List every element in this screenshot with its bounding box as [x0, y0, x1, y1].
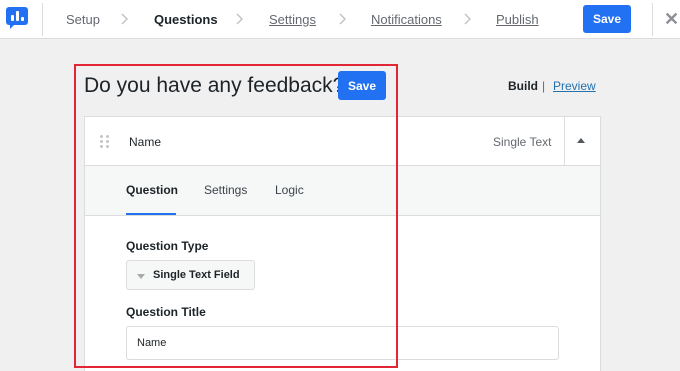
tab-settings[interactable]: Settings — [204, 183, 247, 197]
active-tab-indicator — [126, 213, 176, 215]
question-tabs: Question Settings Logic — [85, 166, 600, 216]
question-type-value: Single Text Field — [153, 269, 240, 281]
chevron-right-icon — [235, 11, 245, 27]
question-card-header[interactable]: Name Single Text — [85, 117, 600, 166]
step-settings[interactable]: Settings — [269, 12, 316, 27]
build-view-label[interactable]: Build — [508, 79, 538, 93]
step-questions[interactable]: Questions — [154, 12, 218, 27]
question-title-label: Question Title — [126, 305, 206, 319]
collapse-divider — [564, 117, 565, 165]
step-setup[interactable]: Setup — [66, 12, 100, 27]
top-navigation-bar: Setup Questions Settings Notifications P… — [0, 0, 680, 39]
question-card: Name Single Text Question Settings Logic… — [84, 116, 601, 371]
preview-link[interactable]: Preview — [553, 79, 596, 93]
question-name: Name — [129, 135, 162, 149]
chevron-down-icon — [137, 274, 145, 279]
chevron-right-icon — [120, 11, 130, 27]
question-type-label: Question Type — [126, 239, 209, 253]
question-type-select[interactable]: Single Text Field — [126, 260, 255, 290]
question-type-badge: Single Text — [493, 135, 552, 149]
chart-logo-icon[interactable] — [6, 7, 28, 29]
tab-logic[interactable]: Logic — [275, 183, 304, 197]
logo-divider — [42, 3, 43, 36]
question-title-input[interactable] — [126, 326, 559, 360]
form-save-button[interactable]: Save — [338, 71, 386, 100]
form-title[interactable]: Do you have any feedback? — [84, 74, 344, 98]
drag-handle-icon[interactable] — [100, 135, 110, 149]
caret-up-icon[interactable] — [577, 138, 585, 143]
close-divider — [652, 3, 653, 36]
step-publish[interactable]: Publish — [496, 12, 539, 27]
view-separator: | — [542, 79, 546, 93]
step-notifications[interactable]: Notifications — [371, 12, 442, 27]
chevron-right-icon — [463, 11, 473, 27]
chevron-right-icon — [338, 11, 348, 27]
tab-question[interactable]: Question — [126, 183, 178, 197]
top-save-button[interactable]: Save — [583, 5, 631, 33]
close-icon[interactable]: ✕ — [664, 9, 680, 29]
